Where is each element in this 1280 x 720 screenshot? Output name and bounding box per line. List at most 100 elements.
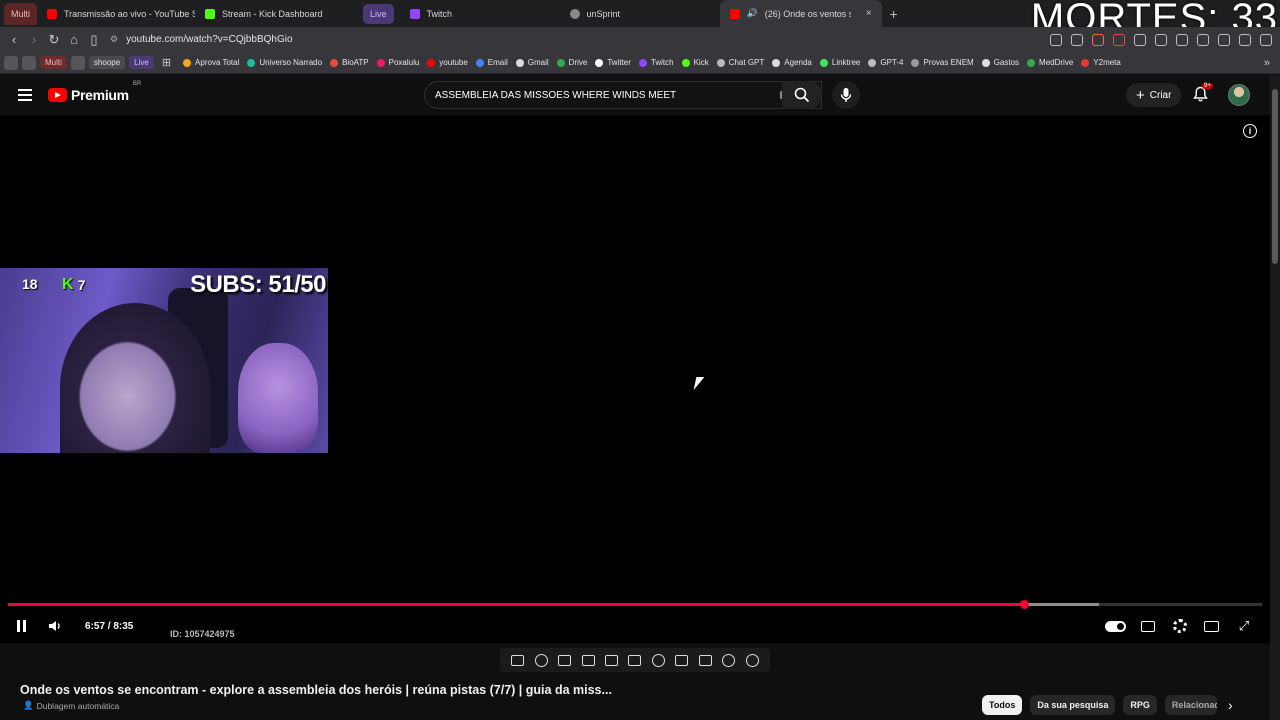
- bookmark-universo-narrado[interactable]: Universo Narrado: [243, 58, 326, 67]
- forward-icon[interactable]: ›: [24, 32, 44, 47]
- bookmark-label: Email: [487, 58, 508, 67]
- bookmark-email[interactable]: Email: [472, 58, 512, 67]
- bookmark-provas-enem[interactable]: Provas ENEM: [907, 58, 977, 67]
- fullscreen-button[interactable]: ⤢: [1236, 617, 1252, 635]
- bookmark-shoope[interactable]: shoope: [88, 56, 126, 69]
- bookmark-meddrive[interactable]: MedDrive: [1023, 58, 1077, 67]
- gear-icon[interactable]: [745, 653, 759, 667]
- tab-youtube-studio[interactable]: Transmissão ao vivo - YouTube Studio: [37, 0, 195, 27]
- progress-bar[interactable]: [8, 600, 1262, 609]
- bookmark-linktree[interactable]: Linktree: [816, 58, 864, 67]
- back-icon[interactable]: ‹: [4, 32, 24, 47]
- vpn-icon[interactable]: [1239, 33, 1251, 46]
- tab-twitch[interactable]: Twitch: [400, 0, 560, 27]
- rewards-icon[interactable]: [1113, 33, 1125, 46]
- screenshot-icon[interactable]: [698, 654, 712, 666]
- audio-mode-icon[interactable]: [534, 653, 548, 667]
- chip-da-sua-pesquisa[interactable]: Da sua pesquisa: [1030, 695, 1116, 715]
- chip-todos[interactable]: Todos: [982, 695, 1023, 715]
- wallet-icon[interactable]: [1218, 33, 1230, 46]
- chips-next-icon[interactable]: ›: [1228, 697, 1233, 713]
- bookmark-y2meta[interactable]: Y2meta: [1077, 58, 1125, 67]
- bookmark-twitch[interactable]: Twitch: [635, 58, 678, 67]
- notifications-button[interactable]: 9+: [1193, 83, 1213, 107]
- home-icon[interactable]: ⌂: [64, 32, 84, 47]
- bookmark-aprova-total[interactable]: Aprova Total: [179, 58, 243, 67]
- close-tab-icon[interactable]: ×: [866, 8, 872, 19]
- bookmark-folder-icon[interactable]: [4, 55, 18, 70]
- avatar[interactable]: [1228, 84, 1250, 106]
- site-info-icon[interactable]: ⚙: [110, 34, 118, 45]
- create-button[interactable]: + Criar: [1126, 83, 1182, 107]
- bookmark-multi[interactable]: Multi: [40, 56, 67, 69]
- pip-icon[interactable]: [605, 654, 619, 666]
- tab-youtube-active[interactable]: 🔊 (26) Onde os ventos se encon ×: [719, 0, 882, 27]
- cast-icon[interactable]: [1050, 33, 1062, 46]
- pause-button[interactable]: [14, 617, 28, 635]
- eye-icon[interactable]: [558, 654, 572, 666]
- sidebar-icon[interactable]: [1197, 33, 1209, 46]
- logo-text: Premium: [71, 87, 129, 103]
- bookmark-icon[interactable]: ▯: [84, 32, 104, 48]
- volume-button[interactable]: [46, 617, 64, 635]
- loop-icon[interactable]: [511, 654, 525, 666]
- hamburger-menu-icon[interactable]: [18, 89, 32, 101]
- puzzle-icon[interactable]: [1155, 33, 1167, 46]
- url-text: youtube.com/watch?v=CQjbbBQhGio: [126, 34, 293, 45]
- bookmark-favicon-icon: [772, 58, 781, 67]
- filmstrip-icon[interactable]: [628, 654, 642, 666]
- apps-grid-icon[interactable]: ⊞: [162, 56, 171, 69]
- reload-icon[interactable]: ↻: [44, 32, 64, 48]
- kick-count: K 7: [62, 276, 85, 294]
- multi-badge[interactable]: Multi: [4, 2, 38, 25]
- page-scrollbar[interactable]: [1270, 75, 1280, 720]
- video-player[interactable]: i 18 K 7 SUBS: 51/50 6:57 / 8:35 ID: 105…: [0, 115, 1270, 643]
- scrollbar-thumb[interactable]: [1272, 89, 1278, 264]
- bookmark-drive[interactable]: Drive: [553, 58, 592, 67]
- tab-unsprint[interactable]: unSprint: [560, 0, 720, 27]
- search-input[interactable]: ASSEMBLEIA DAS MISSOES WHERE WINDS MEET …: [424, 81, 822, 109]
- menu-icon[interactable]: [1260, 33, 1272, 46]
- autoplay-toggle[interactable]: [1104, 617, 1126, 635]
- info-icon[interactable]: i: [1243, 124, 1257, 138]
- scrubber-handle[interactable]: [1019, 600, 1029, 609]
- new-tab-button[interactable]: +: [882, 6, 906, 22]
- brave-shield-icon[interactable]: [1092, 33, 1104, 46]
- subtitles-icon: [1141, 620, 1155, 632]
- bookmark-live[interactable]: Live: [129, 56, 154, 69]
- subtitles-button[interactable]: [1140, 617, 1156, 635]
- settings-button[interactable]: [1172, 617, 1188, 635]
- flask-icon[interactable]: [722, 653, 736, 667]
- share-icon[interactable]: [1071, 33, 1083, 46]
- tab-live[interactable]: Live: [363, 3, 394, 24]
- media-icon[interactable]: [1176, 33, 1188, 46]
- bookmark-kick[interactable]: Kick: [678, 58, 713, 67]
- bookmark-chat-gpt[interactable]: Chat GPT: [713, 58, 769, 67]
- chip-relacionados[interactable]: Relacionad: [1164, 695, 1217, 715]
- speed-icon[interactable]: [651, 653, 665, 667]
- volume-icon: [48, 621, 60, 631]
- bookmark-youtube[interactable]: youtube: [423, 58, 471, 67]
- bookmark-agenda[interactable]: Agenda: [768, 58, 816, 67]
- youtube-premium-logo[interactable]: Premium BR: [48, 81, 141, 103]
- add-box-icon[interactable]: [675, 654, 689, 666]
- bookmark-bioatp[interactable]: BioATP: [326, 58, 373, 67]
- bookmark-gmail[interactable]: Gmail: [512, 58, 553, 67]
- bookmark-twitter[interactable]: Twitter: [591, 58, 635, 67]
- bookmark-label: Linktree: [831, 58, 861, 67]
- bookmark-poxalulu[interactable]: Poxalulu: [373, 58, 424, 67]
- tab-kick-dashboard[interactable]: Stream - Kick Dashboard: [195, 0, 357, 27]
- voice-search-button[interactable]: [832, 81, 860, 109]
- search-button[interactable]: [782, 81, 822, 109]
- bookmark-gpt-4[interactable]: GPT-4: [864, 58, 907, 67]
- extension-icon[interactable]: [1134, 33, 1146, 46]
- bookmark-folder-icon[interactable]: [70, 55, 85, 70]
- bookmark-gastos[interactable]: Gastos: [978, 58, 1023, 67]
- bookmark-favicon-icon: [330, 58, 339, 67]
- url-field[interactable]: ⚙ youtube.com/watch?v=CQjbbBQhGio: [110, 34, 970, 45]
- chip-rpg[interactable]: RPG: [1123, 695, 1157, 715]
- more-bookmarks-icon[interactable]: »: [1264, 57, 1270, 69]
- cinema-icon[interactable]: [581, 654, 595, 666]
- theater-mode-button[interactable]: [1203, 617, 1219, 635]
- bookmark-folder-icon[interactable]: [22, 55, 36, 70]
